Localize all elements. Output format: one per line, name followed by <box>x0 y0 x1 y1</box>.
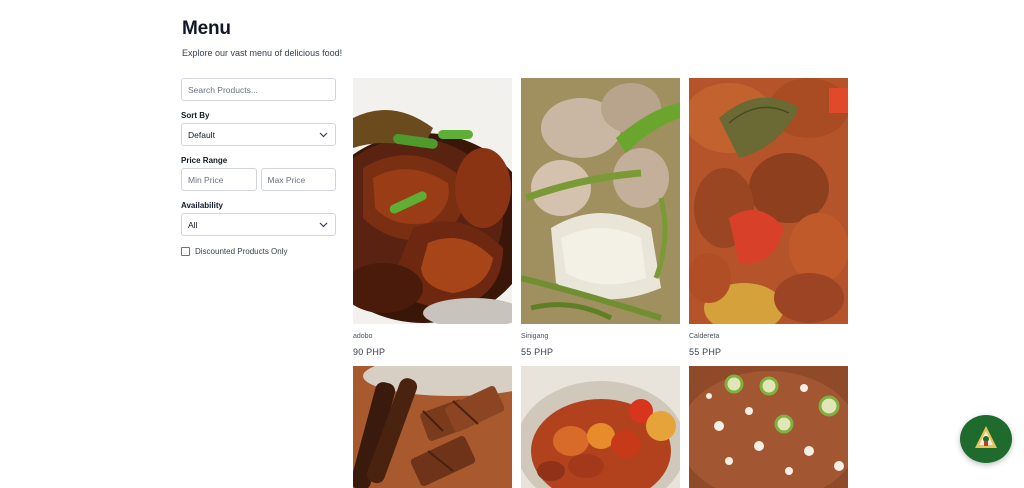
product-card[interactable]: Caldereta 55 PHP <box>689 78 848 357</box>
product-image[interactable] <box>353 366 512 488</box>
product-image[interactable] <box>521 366 680 488</box>
product-price: 55 PHP <box>689 347 722 357</box>
sort-by-value: Default <box>188 129 215 140</box>
chat-assistant-icon <box>972 424 1000 455</box>
chevron-down-icon <box>317 129 329 141</box>
availability-select[interactable]: All <box>181 213 336 236</box>
product-image[interactable] <box>689 366 848 488</box>
product-name: Caldereta <box>689 333 720 340</box>
filters-panel: Search Products... Sort By Default Price… <box>181 78 336 256</box>
discount-label: Discounted Products Only <box>195 247 288 256</box>
page-title: Menu <box>182 18 231 39</box>
product-name: Sinigang <box>521 333 549 340</box>
availability-label: Availability <box>181 201 223 210</box>
price-range-label: Price Range <box>181 156 228 165</box>
product-card[interactable] <box>521 366 680 488</box>
product-card[interactable]: adobo 90 PHP <box>353 78 512 357</box>
product-image-adobo[interactable] <box>353 78 512 324</box>
product-name: adobo <box>353 333 373 340</box>
product-image-sinigang[interactable] <box>521 78 680 324</box>
sort-by-select[interactable]: Default <box>181 123 336 146</box>
chat-assistant-button[interactable] <box>960 415 1012 463</box>
page-subtitle: Explore our vast menu of delicious food! <box>182 48 343 58</box>
product-price: 90 PHP <box>353 347 386 357</box>
discount-filter[interactable]: Discounted Products Only <box>181 247 336 256</box>
discount-checkbox[interactable] <box>181 247 190 256</box>
max-price-input[interactable]: Max Price <box>260 168 336 191</box>
product-image-caldereta[interactable] <box>689 78 848 324</box>
product-card[interactable] <box>353 366 512 488</box>
product-card[interactable]: Sinigang 55 PHP <box>521 78 680 357</box>
price-range-inputs: Min Price Max Price <box>181 168 336 191</box>
chevron-down-icon <box>317 219 329 231</box>
search-input[interactable]: Search Products... <box>181 78 336 101</box>
product-price: 55 PHP <box>521 347 554 357</box>
min-price-input[interactable]: Min Price <box>181 168 257 191</box>
product-card[interactable] <box>689 366 848 488</box>
sort-by-label: Sort By <box>181 111 210 120</box>
availability-value: All <box>188 219 198 230</box>
